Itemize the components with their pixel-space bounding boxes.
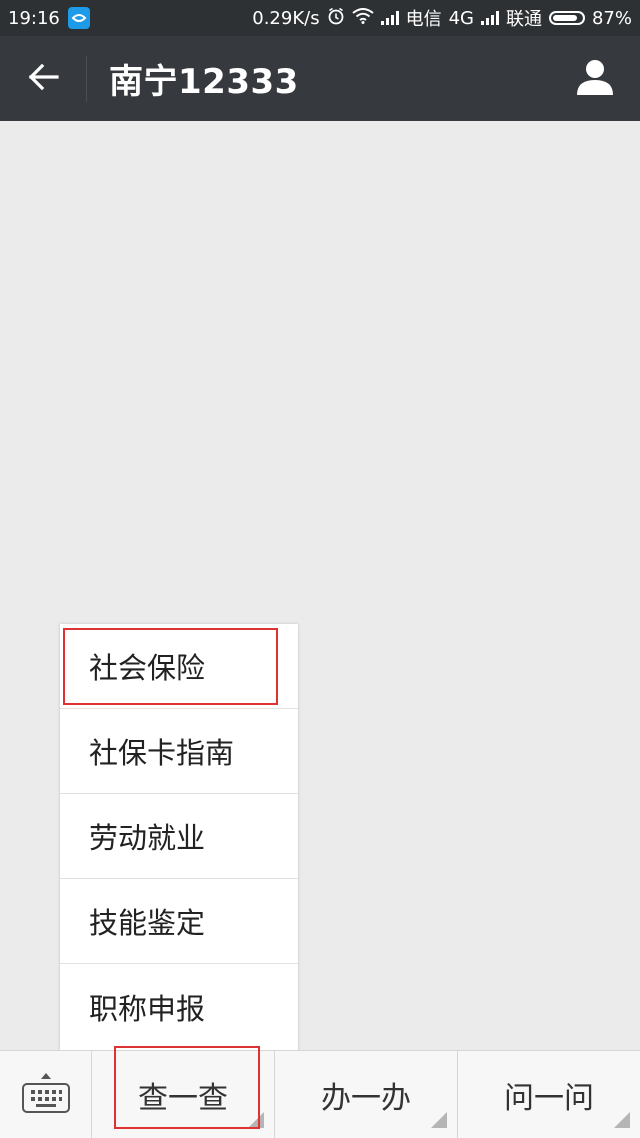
menu-item-label: 技能鉴定 [89,906,206,940]
alarm-icon [327,7,345,30]
carrier-2: 联通 [505,9,542,30]
chevron-up-icon [40,1072,51,1079]
battery-percent: 87% [591,7,632,29]
keyboard-icon [21,1082,70,1117]
keyboard-toggle-button[interactable] [0,1051,92,1138]
title-bar: 南宁12333 [0,36,640,121]
profile-button[interactable] [550,36,640,121]
app-notification-icon [67,7,90,29]
signal-icon [480,11,499,25]
menu-item-skill-appraisal[interactable]: 技能鉴定 [60,879,298,964]
menu-button-check[interactable]: 查一查 [92,1051,275,1138]
network-type: 4G [448,7,474,29]
profile-icon [576,58,614,100]
signal-icon [380,11,399,25]
carrier-1: 电信 [405,9,442,30]
menu-button-label: 查一查 [138,1080,228,1116]
battery-icon [548,11,585,25]
bottom-menu-bar: 查一查 办一办 问一问 [0,1050,640,1138]
submenu-indicator-icon [614,1112,630,1128]
page-title: 南宁12333 [109,62,299,102]
status-time: 19:16 [8,7,60,29]
wifi-icon [351,7,374,29]
network-speed: 0.29K/s [252,7,320,29]
menu-item-employment[interactable]: 劳动就业 [60,794,298,879]
menu-item-label: 社会保险 [89,651,206,685]
menu-item-social-insurance[interactable]: 社会保险 [60,624,298,709]
menu-item-label: 劳动就业 [89,821,206,855]
menu-item-label: 社保卡指南 [89,736,235,770]
menu-button-label: 问一问 [504,1080,594,1116]
menu-item-title-application[interactable]: 职称申报 [60,964,298,1049]
menu-item-social-card-guide[interactable]: 社保卡指南 [60,709,298,794]
submenu-indicator-icon [248,1112,264,1128]
title-divider [86,55,87,102]
menu-button-label: 办一办 [321,1080,411,1116]
menu-button-handle[interactable]: 办一办 [275,1051,458,1138]
menu-button-ask[interactable]: 问一问 [458,1051,640,1138]
back-arrow-icon [27,63,59,95]
back-button[interactable] [0,36,86,121]
submenu-popup: 社会保险 社保卡指南 劳动就业 技能鉴定 职称申报 [60,624,298,1052]
menu-item-label: 职称申报 [89,991,206,1026]
status-bar: 19:16 0.29K/s 电信 4G 联通 87% [0,0,640,36]
submenu-indicator-icon [431,1112,447,1128]
